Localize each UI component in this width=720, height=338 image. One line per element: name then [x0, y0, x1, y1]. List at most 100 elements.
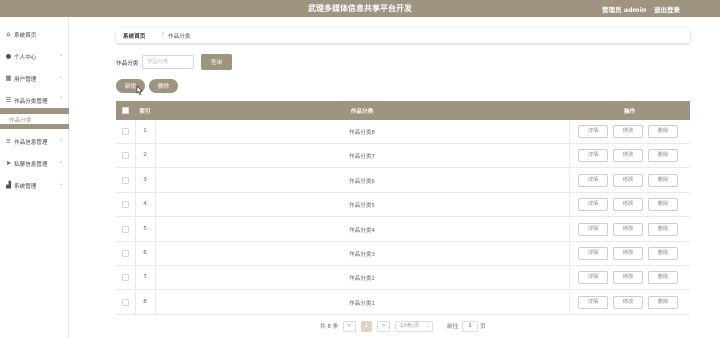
table-row: 7 作品分类2 详情 修改 删除 — [116, 266, 690, 291]
row-delete-button[interactable]: 删除 — [648, 125, 678, 138]
category-search-input[interactable] — [142, 55, 194, 69]
row-index: 1 — [143, 128, 147, 134]
chevron-down-icon: ⌄ — [59, 159, 64, 165]
sidebar-item-messages[interactable]: ➤ 私聊信息管理 ⌄ — [0, 155, 69, 173]
table-row: 8 作品分类1 详情 修改 删除 — [116, 290, 690, 315]
row-edit-button[interactable]: 修改 — [613, 173, 643, 187]
list-icon: ☰ — [5, 96, 12, 104]
row-checkbox[interactable] — [122, 176, 129, 184]
row-detail-button[interactable]: 详情 — [578, 222, 608, 236]
row-index: 6 — [143, 250, 147, 256]
row-checkbox[interactable] — [122, 201, 129, 209]
goto-suffix: 页 — [480, 324, 486, 330]
row-category-name: 作品分类6 — [349, 178, 375, 185]
row-category-name: 作品分类2 — [349, 276, 375, 283]
breadcrumb-home[interactable]: 系统首页 — [123, 32, 145, 40]
building-icon: ▟ — [6, 181, 11, 189]
table-row: 5 作品分类4 详情 修改 删除 — [116, 217, 690, 242]
chevron-down-icon: ⌄ — [59, 52, 64, 58]
column-divider — [569, 168, 570, 192]
user-icon: ● — [5, 52, 12, 60]
row-edit-button[interactable]: 修改 — [613, 198, 643, 212]
sidebar-item-users[interactable]: ▦ 用户管理 ⌄ — [0, 70, 69, 88]
row-checkbox[interactable] — [122, 152, 129, 160]
pagination-page[interactable]: 1 — [361, 321, 372, 332]
row-index: 8 — [143, 298, 147, 305]
sidebar-item-works[interactable]: ≡ 作品信息管理 ⌄ — [0, 133, 69, 151]
row-checkbox[interactable] — [122, 250, 129, 257]
pagination-prev[interactable]: < — [343, 321, 356, 332]
sidebar-item-home[interactable]: ⌂ 系统首页 — [0, 26, 69, 44]
table-header: 索引 作品分类 操作 — [116, 101, 690, 120]
user-label[interactable]: 管理员 admin — [602, 4, 646, 14]
row-delete-button[interactable]: 删除 — [648, 247, 678, 260]
row-edit-button[interactable]: 修改 — [613, 271, 643, 285]
query-button[interactable]: 查询 — [201, 54, 232, 70]
search-label: 作品分类 — [116, 61, 139, 67]
sidebar-item-label: 作品分类管理 — [14, 99, 48, 105]
sidebar-subitem-category[interactable]: 作品分类 — [9, 116, 31, 124]
header-ops: 操作 — [623, 109, 636, 115]
row-index: 4 — [143, 201, 147, 208]
column-divider — [569, 266, 570, 290]
sidebar-item-system[interactable]: ▟ 系统管理 ⌄ — [0, 177, 69, 195]
column-divider — [569, 217, 570, 241]
chevron-down-icon: ⌄ — [59, 181, 64, 187]
delete-button[interactable]: 删除 — [149, 79, 178, 93]
goto-page-input[interactable]: 1 — [462, 321, 478, 332]
pointer-cursor-icon — [136, 86, 143, 95]
sidebar-item-label: 私聊信息管理 — [14, 162, 48, 168]
logout-link[interactable]: 退出登录 — [654, 4, 680, 14]
chevron-up-icon: ⌃ — [59, 96, 64, 102]
home-icon: ⌂ — [6, 30, 11, 38]
goto-label: 前往 — [447, 324, 459, 330]
page-size-select[interactable]: 10条/页 ⌄ — [395, 321, 433, 332]
row-edit-button[interactable]: 修改 — [613, 222, 643, 236]
row-checkbox[interactable] — [122, 298, 129, 306]
row-delete-button[interactable]: 删除 — [648, 271, 678, 285]
row-category-name: 作品分类8 — [349, 130, 375, 136]
pagination-next[interactable]: > — [377, 321, 390, 332]
chevron-down-icon: ⌄ — [426, 324, 430, 329]
column-divider — [569, 242, 570, 265]
row-edit-button[interactable]: 修改 — [613, 149, 643, 163]
chevron-down-icon: ⌄ — [59, 74, 64, 80]
row-detail-button[interactable]: 详情 — [578, 149, 608, 163]
table-row: 1 作品分类8 详情 修改 删除 — [116, 120, 690, 144]
row-delete-button[interactable]: 删除 — [648, 198, 678, 212]
row-detail-button[interactable]: 详情 — [578, 198, 608, 212]
row-checkbox[interactable] — [122, 225, 129, 233]
page-size-value: 10条/页 — [400, 323, 420, 329]
row-detail-button[interactable]: 详情 — [578, 271, 608, 285]
row-delete-button[interactable]: 删除 — [648, 295, 678, 309]
column-divider — [569, 290, 570, 314]
row-detail-button[interactable]: 详情 — [578, 173, 608, 187]
row-category-name: 作品分类4 — [349, 227, 375, 234]
top-bar: 武理多媒体信息共享平台开发 管理员 admin 退出登录 — [0, 0, 720, 17]
column-divider — [569, 120, 570, 143]
row-edit-button[interactable]: 修改 — [613, 295, 643, 309]
row-delete-button[interactable]: 删除 — [648, 149, 678, 163]
sidebar-item-label: 系统首页 — [14, 33, 37, 39]
row-detail-button[interactable]: 详情 — [578, 125, 608, 138]
breadcrumb-separator: / — [162, 32, 164, 38]
send-icon: ➤ — [5, 159, 12, 167]
row-checkbox[interactable] — [122, 128, 129, 135]
sidebar-item-label: 个人中心 — [14, 55, 37, 61]
sidebar-item-profile[interactable]: ● 个人中心 ⌄ — [0, 48, 69, 66]
row-category-name: 作品分类7 — [349, 154, 375, 161]
row-edit-button[interactable]: 修改 — [613, 247, 643, 260]
header-index: 索引 — [139, 109, 151, 115]
row-edit-button[interactable]: 修改 — [613, 125, 643, 138]
sidebar: ⌂ 系统首页 ● 个人中心 ⌄ ▦ 用户管理 ⌄ ☰ 作品分类管理 ⌃ 作品分类… — [0, 17, 69, 338]
row-detail-button[interactable]: 详情 — [578, 247, 608, 260]
row-delete-button[interactable]: 删除 — [648, 222, 678, 236]
row-checkbox[interactable] — [122, 274, 129, 282]
sidebar-item-label: 系统管理 — [14, 184, 37, 190]
breadcrumb: 系统首页 / 作品分类 — [116, 28, 690, 43]
row-delete-button[interactable]: 删除 — [648, 173, 678, 187]
row-detail-button[interactable]: 详情 — [578, 295, 608, 309]
table-row: 4 作品分类5 详情 修改 删除 — [116, 193, 690, 218]
select-all-checkbox[interactable] — [122, 107, 129, 114]
row-index: 7 — [143, 274, 147, 281]
